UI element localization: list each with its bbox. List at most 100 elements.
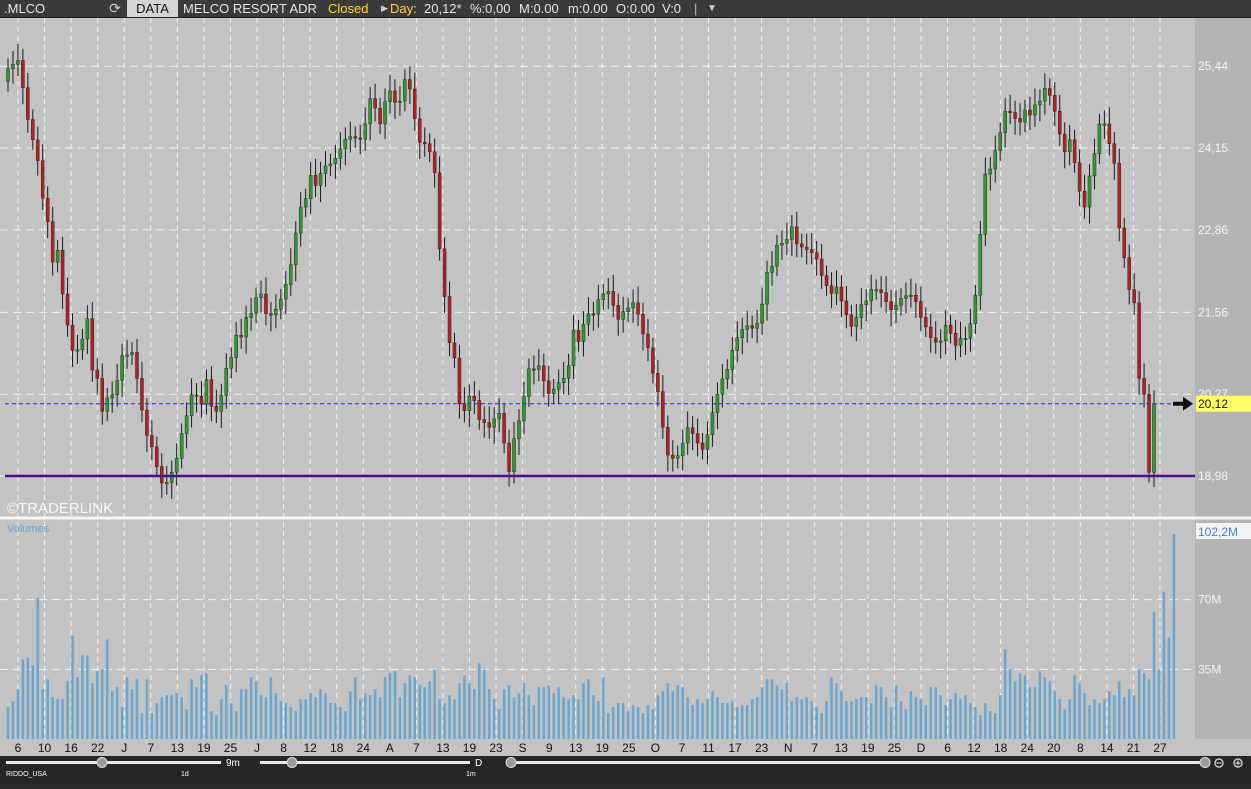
candle-up [249,312,253,318]
date-tick-label: 12 [303,741,317,755]
volume-bar [487,689,491,739]
candle-up [348,136,353,140]
volume-bar [691,705,694,739]
volume-bar [210,711,213,739]
candle-up [189,394,194,416]
zoom-handle[interactable] [96,757,108,768]
volume-bar [1053,691,1057,739]
candle-down [646,333,650,349]
date-tick-label: 25 [224,741,238,755]
candle-up [938,340,943,343]
volume-bar [254,681,258,739]
volume-bar [220,699,223,739]
volume-bar [532,705,536,739]
volume-tick-label: 35M [1198,662,1221,676]
play-triangle-icon[interactable]: ▶ [381,0,388,17]
candle-up [864,300,868,305]
volume-bar [770,679,774,739]
volume-bar [740,705,744,739]
candle-up [169,472,174,483]
volume-bar [696,699,699,739]
refresh-icon[interactable]: ⟳ [107,0,123,17]
volume-bar [517,693,521,739]
scroll-end-handle[interactable] [1199,757,1211,768]
min-value: m:0.00 [568,1,608,16]
candle-down [150,435,154,448]
volume-bar [71,635,74,739]
date-tick-label: 23 [489,741,503,755]
candle-up [279,298,283,310]
candle-up [606,291,611,295]
volume-bar [621,703,625,739]
scroll-start-handle[interactable] [505,757,517,768]
candle-up [740,329,744,338]
chart-area[interactable]: 25,44 24,15 22,86 21,56 20,27 18,98 35M 70M 61… [0,18,1251,756]
volume-bar [215,715,218,739]
candle-down [1048,88,1052,96]
symbol-field[interactable]: .MLCO [4,0,104,17]
volume-bar [1132,695,1136,739]
volume-bar [140,713,144,739]
candle-up [289,264,293,285]
candle-down [690,427,695,434]
data-button[interactable]: DATA [127,0,178,17]
candle-up [234,334,238,358]
zoom-label: 9m [226,758,240,769]
candle-up [710,412,715,435]
candle-down [1008,111,1012,113]
candle-up [998,132,1002,151]
volume-bar [860,697,863,739]
candle-up [80,338,85,350]
volume-tick-label: 70M [1198,593,1221,607]
date-tick-label: N [784,741,793,755]
volume-bar [636,707,640,739]
chevron-down-icon[interactable]: ▼ [707,0,717,17]
zoom-track[interactable] [6,761,221,764]
chart-svg[interactable]: 25,4424,1522,8621,5620,2718,98 35M70M 61… [0,18,1251,756]
candle-down [21,60,25,88]
candle-down [313,175,318,186]
candle-down [671,454,675,459]
volume-bar [889,707,893,739]
volume-bar [284,703,288,739]
candle-up [85,318,90,340]
candle-down [90,318,95,371]
open-value: O:0.00 [616,1,656,16]
volume-bar [597,701,600,739]
period-handle[interactable] [286,757,298,768]
candle-down [542,365,546,382]
candle-down [408,79,412,90]
time-scroll-track[interactable] [508,761,1208,764]
candle-down [40,160,45,199]
date-tick-label: 13 [569,741,583,755]
candle-up [1152,403,1156,473]
last-price: 20,12* [424,1,462,16]
candle-down [432,151,437,173]
volume-current-label: 102,2M [1198,525,1238,539]
candle-down [1137,302,1141,379]
volume-bar [949,699,952,739]
volume-bar [205,673,208,739]
traderlink-watermark: ©TRADERLINK [7,500,113,517]
candle-down [1062,133,1067,153]
volume-bar [1162,591,1166,739]
date-tick-label: 6 [15,741,22,755]
volume-bar [760,687,764,739]
candle-down [50,221,55,263]
volume-bar [408,675,412,739]
candle-up [680,442,685,456]
volume-bar [344,711,347,739]
volume-bar [443,703,446,739]
volume-bar [651,709,655,739]
volume-bar [468,683,471,739]
date-tick-label: A [386,741,394,755]
candle-down [1122,227,1126,259]
candle-down [422,142,427,145]
candle-down [695,433,700,444]
volume-bar [994,713,997,739]
volume-bar [1048,681,1052,739]
date-tick-label: 8 [280,741,287,755]
period-label-d: D [475,758,482,769]
candle-down [1107,123,1112,144]
volume-bar [483,669,486,739]
